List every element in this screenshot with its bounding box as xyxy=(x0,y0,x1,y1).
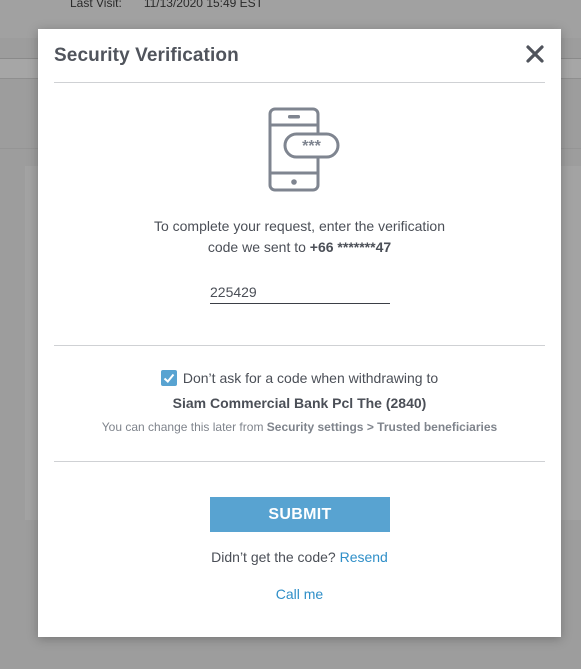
last-visit: Last Visit: 11/13/2020 15:49 EST xyxy=(70,0,263,10)
security-settings-path: Security settings > Trusted beneficiarie… xyxy=(266,420,498,434)
phone-icon-text: *** xyxy=(302,138,321,155)
dialog-header: Security Verification xyxy=(54,29,545,83)
call-me-link[interactable]: Call me xyxy=(276,586,323,602)
instruction-text: To complete your request, enter the veri… xyxy=(38,216,561,258)
resend-prompt: Didn’t get the code? xyxy=(211,549,336,565)
last-visit-label: Last Visit: xyxy=(70,0,122,10)
phone-password-icon: *** xyxy=(268,107,340,192)
bank-name: Siam Commercial Bank Pcl The (2840) xyxy=(172,395,427,411)
divider xyxy=(54,461,545,462)
resend-row: Didn’t get the code? Resend xyxy=(38,549,561,565)
dialog-title: Security Verification xyxy=(54,45,239,66)
last-visit-value: 11/13/2020 15:49 EST xyxy=(143,0,264,10)
call-me-row: Call me xyxy=(38,586,561,602)
submit-button[interactable]: SUBMIT xyxy=(210,497,390,532)
trusted-beneficiary-option: Don’t ask for a code when withdrawing to xyxy=(38,370,561,386)
change-note-prefix: You can change this later from xyxy=(101,420,264,434)
divider xyxy=(54,345,545,346)
security-verification-dialog: Security Verification *** To complete yo… xyxy=(38,29,561,637)
verification-code-input[interactable] xyxy=(210,282,390,304)
close-button[interactable] xyxy=(523,41,547,67)
change-later-note: You can change this later from Security … xyxy=(38,420,561,434)
resend-link[interactable]: Resend xyxy=(340,549,388,565)
dont-ask-checkbox[interactable] xyxy=(160,370,177,386)
dont-ask-label: Don’t ask for a code when withdrawing to xyxy=(182,370,439,386)
instruction-line1: To complete your request, enter the veri… xyxy=(153,218,446,234)
instruction-line2: code we sent to xyxy=(207,239,306,255)
masked-phone-number: +66 *******47 xyxy=(309,239,392,255)
close-icon[interactable] xyxy=(523,41,547,67)
checkmark-icon xyxy=(163,373,175,383)
